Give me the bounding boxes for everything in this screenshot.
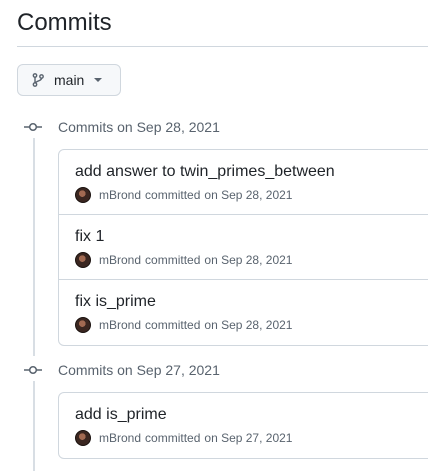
commit-meta: mBrond committed on Sep 28, 2021	[75, 317, 428, 333]
caret-down-icon	[94, 78, 103, 82]
branch-name: main	[54, 72, 85, 88]
commit-date: on Sep 28, 2021	[204, 318, 293, 332]
page-title: Commits	[17, 9, 112, 36]
commit-list: add is_prime mBrond committed on Sep 27,…	[58, 392, 428, 459]
commit-list: add answer to twin_primes_between mBrond…	[58, 149, 428, 346]
avatar[interactable]	[75, 317, 91, 333]
commit-item: fix 1 mBrond committed on Sep 28, 2021	[59, 215, 428, 280]
commit-item: add is_prime mBrond committed on Sep 27,…	[59, 393, 428, 458]
commit-author-link[interactable]: mBrond	[99, 431, 141, 445]
commit-author-link[interactable]: mBrond	[99, 318, 141, 332]
commit-group-header: Commits on Sep 28, 2021	[24, 116, 220, 138]
commit-meta: mBrond committed on Sep 27, 2021	[75, 430, 428, 446]
avatar[interactable]	[75, 430, 91, 446]
commit-verb: committed	[145, 431, 201, 445]
commit-message-link[interactable]: add is_prime	[75, 405, 428, 425]
commit-author-link[interactable]: mBrond	[99, 188, 141, 202]
commit-date: on Sep 28, 2021	[204, 188, 293, 202]
commit-group-header: Commits on Sep 27, 2021	[24, 359, 220, 381]
timeline-line	[33, 381, 35, 471]
title-divider	[17, 46, 428, 47]
commit-date: on Sep 28, 2021	[204, 253, 293, 267]
commit-message-link[interactable]: add answer to twin_primes_between	[75, 162, 428, 182]
commit-item: add answer to twin_primes_between mBrond…	[59, 150, 428, 215]
commit-author-link[interactable]: mBrond	[99, 253, 141, 267]
timeline-line	[33, 138, 35, 356]
commit-group-title: Commits on Sep 27, 2021	[58, 362, 220, 378]
commit-meta: mBrond committed on Sep 28, 2021	[75, 187, 428, 203]
commit-verb: committed	[145, 253, 201, 267]
commit-message-link[interactable]: fix is_prime	[75, 292, 428, 312]
git-commit-icon	[24, 119, 42, 135]
commit-meta: mBrond committed on Sep 28, 2021	[75, 252, 428, 268]
git-branch-icon	[30, 72, 46, 88]
commit-group-title: Commits on Sep 28, 2021	[58, 119, 220, 135]
branch-selector-button[interactable]: main	[17, 64, 121, 96]
avatar[interactable]	[75, 252, 91, 268]
git-commit-icon	[24, 362, 42, 378]
avatar[interactable]	[75, 187, 91, 203]
commit-verb: committed	[145, 188, 201, 202]
commit-message-link[interactable]: fix 1	[75, 227, 428, 247]
commit-item: fix is_prime mBrond committed on Sep 28,…	[59, 280, 428, 345]
commit-date: on Sep 27, 2021	[204, 431, 293, 445]
commit-verb: committed	[145, 318, 201, 332]
